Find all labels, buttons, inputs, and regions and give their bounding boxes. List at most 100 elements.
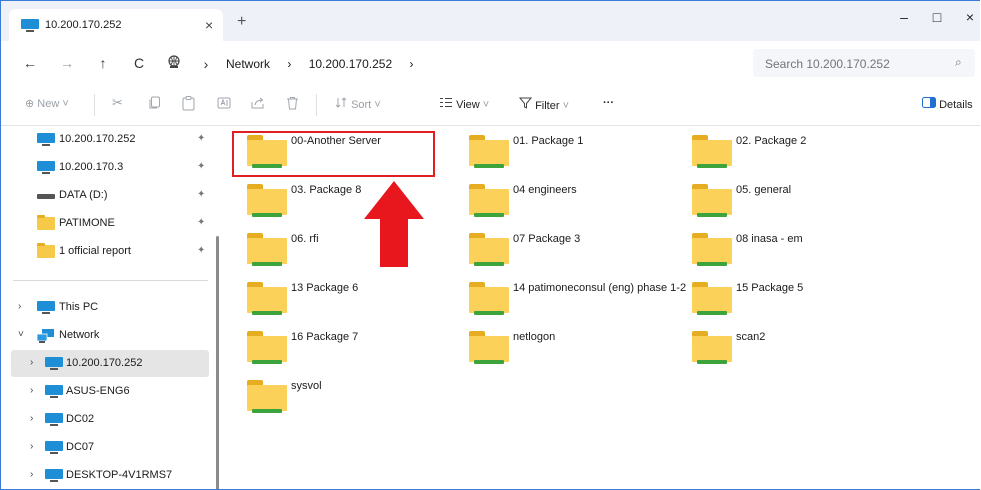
filter-icon [518, 97, 533, 109]
filter-button[interactable]: Filter ˅ [518, 97, 569, 112]
trash-icon [287, 97, 298, 110]
delete-button[interactable] [286, 96, 299, 113]
chevron-down-icon: ˅ [482, 99, 490, 111]
tree-item-server[interactable]: › 10.200.170.252 [11, 350, 209, 377]
red-arrow-annotation [364, 181, 424, 267]
highlight-box [232, 131, 435, 177]
breadcrumb-server[interactable]: 10.200.170.252 [309, 57, 392, 71]
shared-folder-icon [469, 184, 509, 218]
monitor-icon [37, 161, 55, 174]
maximize-button[interactable]: □ [927, 9, 947, 27]
breadcrumb-network[interactable]: Network [226, 57, 270, 71]
close-window-button[interactable]: × [960, 9, 980, 27]
shared-folder-icon [692, 282, 732, 316]
tree-item-computer[interactable]: › DC07 [11, 436, 209, 460]
pin-icon: ✦ [197, 161, 206, 172]
tree-item-this-pc[interactable]: › This PC [11, 296, 209, 320]
folder-item[interactable]: scan2 [666, 322, 876, 368]
chevron-right-icon[interactable]: › [30, 413, 33, 424]
refresh-button[interactable]: C [130, 55, 148, 71]
new-button[interactable]: ⊕ New ˅ [25, 97, 69, 110]
folder-item[interactable]: 07 Package 3 [443, 224, 653, 270]
tree-item-label: 10.200.170.252 [66, 357, 143, 369]
chevron-right-icon[interactable]: › [18, 301, 21, 312]
navigation-pane: 10.200.170.252 ✦ 10.200.170.3 ✦ DATA (D:… [1, 126, 214, 489]
tab-close-icon[interactable]: × [205, 17, 213, 33]
cut-button[interactable]: ✂ [112, 95, 123, 111]
pin-icon: ✦ [197, 217, 206, 228]
folder-item[interactable]: sysvol [221, 371, 431, 417]
monitor-icon [21, 19, 39, 32]
folder-item[interactable]: 15 Package 5 [666, 273, 876, 319]
chevron-down-icon[interactable]: ˅ [18, 329, 24, 340]
folder-item[interactable]: 05. general [666, 175, 876, 221]
paste-icon [182, 96, 195, 111]
folder-name: netlogon [513, 331, 556, 343]
sort-label: Sort [351, 99, 372, 111]
view-button[interactable]: View ˅ [439, 97, 489, 111]
folder-name: 16 Package 7 [291, 331, 359, 343]
more-options-button[interactable]: ··· [603, 97, 614, 109]
details-label: Details [939, 99, 973, 111]
shared-folder-icon [692, 184, 732, 218]
minimize-button[interactable]: – [894, 9, 914, 27]
folder-icon [37, 215, 55, 230]
folder-item[interactable]: 08 inasa - em [666, 224, 876, 270]
folder-item[interactable]: 14 patimoneconsul (eng) phase 1-2 [443, 273, 686, 319]
tab-network-location[interactable]: 10.200.170.252 × [9, 9, 223, 41]
up-button[interactable]: ↑ [94, 55, 112, 71]
quick-access-item[interactable]: 10.200.170.252 ✦ [11, 128, 209, 152]
search-input[interactable] [763, 54, 947, 74]
quick-access-label: DATA (D:) [59, 189, 108, 201]
folder-item[interactable]: 01. Package 1 [443, 126, 653, 172]
chevron-right-icon[interactable]: › [30, 385, 33, 396]
shared-folder-icon [247, 233, 287, 267]
folder-name: 08 inasa - em [736, 233, 803, 245]
quick-access-item[interactable]: 10.200.170.3 ✦ [11, 156, 209, 180]
sort-icon [335, 97, 347, 108]
globe-network-icon [165, 55, 183, 72]
pin-icon: ✦ [197, 245, 206, 256]
rename-button[interactable] [217, 96, 231, 113]
tree-item-computer[interactable]: › DC02 [11, 408, 209, 432]
paste-button[interactable] [182, 96, 195, 114]
quick-access-item[interactable]: PATIMONE ✦ [11, 212, 209, 236]
folder-item[interactable]: 04 engineers [443, 175, 653, 221]
breadcrumb-separator[interactable]: › [409, 57, 413, 71]
breadcrumb-separator: › [287, 57, 292, 71]
view-label: View [456, 99, 480, 111]
details-button[interactable]: Details [922, 97, 973, 111]
tree-item-computer[interactable]: › ASUS-ENG6 [11, 380, 209, 404]
tree-item-network[interactable]: ˅ Network [11, 324, 209, 348]
folder-item[interactable]: 16 Package 7 [221, 322, 431, 368]
chevron-right-icon[interactable]: › [30, 441, 33, 452]
forward-button[interactable]: → [58, 55, 76, 71]
quick-access-label: 10.200.170.252 [59, 133, 136, 145]
folder-name: 14 patimoneconsul (eng) phase 1-2 [513, 282, 687, 294]
chevron-right-icon[interactable]: › [30, 357, 33, 368]
tree-item-label: This PC [59, 301, 99, 313]
shared-folder-icon [247, 282, 287, 316]
share-button[interactable] [251, 96, 265, 113]
folder-item[interactable]: 13 Package 6 [221, 273, 431, 319]
folder-name: scan2 [736, 331, 766, 343]
chevron-right-icon[interactable]: › [30, 469, 33, 480]
folder-name: 02. Package 2 [736, 135, 807, 147]
folder-name: sysvol [291, 380, 322, 392]
folder-name: 05. general [736, 184, 792, 196]
search-box: ⌕ [753, 49, 975, 77]
new-tab-button[interactable]: + [237, 13, 246, 31]
breadcrumb: Network › 10.200.170.252 › [226, 57, 427, 71]
quick-access-item[interactable]: 1 official report ✦ [11, 240, 209, 264]
quick-access-item[interactable]: DATA (D:) ✦ [11, 184, 209, 208]
folder-name: 04 engineers [513, 184, 577, 196]
folder-item[interactable]: netlogon [443, 322, 653, 368]
monitor-icon [37, 301, 55, 314]
sidebar-scrollbar[interactable] [216, 236, 219, 489]
copy-button[interactable] [148, 96, 161, 113]
tree-item-computer[interactable]: › DESKTOP-4V1RMS7 [11, 464, 209, 488]
back-button[interactable]: ← [21, 55, 39, 71]
network-icon [36, 329, 55, 346]
sort-button[interactable]: Sort ˅ [335, 97, 381, 111]
folder-item[interactable]: 02. Package 2 [666, 126, 876, 172]
